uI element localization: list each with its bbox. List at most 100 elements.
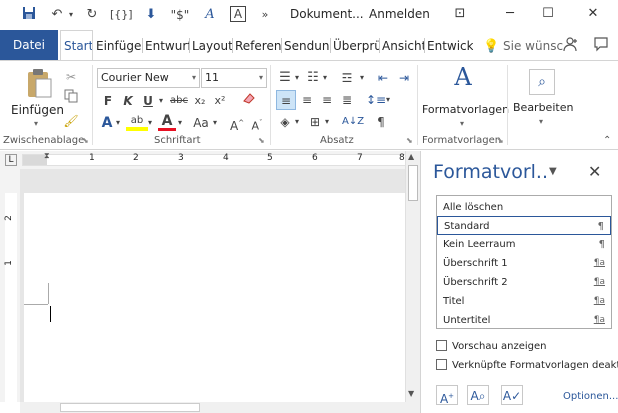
styles-dropdown-icon[interactable]: ▾ <box>460 119 464 128</box>
line-spacing-icon[interactable]: ↕≡ <box>366 90 386 110</box>
tab-file[interactable]: Datei <box>0 30 58 60</box>
list-item-title[interactable]: Titel ¶a <box>437 292 611 311</box>
tab-start[interactable]: Start <box>60 30 93 60</box>
style-inspector-icon[interactable]: A⌕ <box>467 385 489 405</box>
clipboard-launcher-icon[interactable]: ⬊ <box>82 136 89 145</box>
tab-design[interactable]: Entwurf <box>145 30 189 60</box>
paragraph-launcher-icon[interactable]: ⬊ <box>406 136 413 145</box>
format-painter-qat-icon[interactable]: [{}] <box>110 6 133 24</box>
tell-me-search[interactable]: 💡 Sie wünsc <box>483 30 563 60</box>
checkbox-icon[interactable] <box>436 359 447 370</box>
hscroll-thumb[interactable] <box>60 403 200 412</box>
subscript-button[interactable]: x₂ <box>192 91 208 111</box>
undo-icon[interactable]: ↶ <box>48 6 66 24</box>
clear-formatting-icon[interactable] <box>240 91 258 111</box>
underline-button[interactable]: U <box>140 91 156 111</box>
change-case-button[interactable]: Aa <box>190 113 212 133</box>
multilevel-dropdown-icon[interactable]: ▾ <box>358 68 366 88</box>
borders-icon[interactable]: ⊞ <box>306 112 324 132</box>
borders-dropdown-icon[interactable]: ▾ <box>323 112 331 132</box>
text-box-icon[interactable]: A <box>228 6 248 24</box>
new-style-icon[interactable]: A+ <box>436 385 458 406</box>
options-link[interactable]: Optionen... <box>563 391 618 402</box>
login-link[interactable]: Anmelden <box>369 7 430 21</box>
decrease-indent-icon[interactable]: ⇤ <box>374 68 392 88</box>
font-family-select[interactable]: Courier New ▾ <box>97 68 200 88</box>
maximize-button[interactable]: ☐ <box>533 4 563 24</box>
save-icon[interactable] <box>18 6 40 24</box>
checkbox-icon[interactable] <box>436 340 447 351</box>
editing-dropdown-icon[interactable]: ▾ <box>539 117 543 126</box>
tab-mailings[interactable]: Sendung <box>284 30 330 60</box>
vertical-scrollbar[interactable]: ▲ ▼ <box>405 151 420 402</box>
bullets-icon[interactable]: ☰ <box>276 68 294 88</box>
disable-linked-styles-checkbox[interactable]: Verknüpfte Formatvorlagen deaktiv <box>436 359 618 375</box>
paste-label[interactable]: Einfügen <box>11 103 64 117</box>
justify-button[interactable]: ≣ <box>338 90 356 110</box>
italic-button[interactable]: K <box>120 91 136 111</box>
tab-view[interactable]: Ansicht <box>382 30 424 60</box>
multilevel-list-icon[interactable]: ☲ <box>336 68 358 88</box>
vertical-ruler[interactable]: 2 1 <box>0 169 20 402</box>
font-size-select[interactable]: 11 ▾ <box>201 68 267 88</box>
copy-icon[interactable] <box>62 89 80 109</box>
bullets-dropdown-icon[interactable]: ▾ <box>293 68 301 88</box>
shading-icon[interactable]: ◈ <box>276 112 294 132</box>
list-item-no-spacing[interactable]: Kein Leerraum ¶ <box>437 235 611 254</box>
horizontal-scrollbar[interactable] <box>20 402 420 413</box>
list-item-heading-2[interactable]: Überschrift 2 ¶a <box>437 273 611 292</box>
download-arrow-icon[interactable]: ⬇ <box>140 6 162 24</box>
tab-references[interactable]: Referen: <box>235 30 281 60</box>
bold-button[interactable]: F <box>100 91 116 111</box>
minimize-button[interactable]: ─ <box>495 4 525 24</box>
align-left-button[interactable]: ≡ <box>276 90 296 110</box>
tab-insert[interactable]: Einfüger <box>96 30 142 60</box>
tab-developer[interactable]: Entwickl <box>427 30 473 60</box>
tab-selector-icon[interactable]: L <box>5 154 17 166</box>
numbering-icon[interactable]: ☷ <box>304 68 322 88</box>
close-button[interactable]: ✕ <box>578 4 608 24</box>
paste-dropdown-icon[interactable]: ▾ <box>34 119 38 128</box>
strikethrough-button[interactable]: abc <box>168 91 190 111</box>
font-launcher-icon[interactable]: ⬊ <box>258 136 265 145</box>
align-center-button[interactable]: ≡ <box>298 90 316 110</box>
styles-gallery-icon[interactable]: A <box>448 65 478 99</box>
underline-dropdown-icon[interactable]: ▾ <box>156 91 166 111</box>
highlight-icon[interactable]: ab <box>126 111 148 131</box>
line-spacing-dropdown-icon[interactable]: ▾ <box>384 90 392 110</box>
tab-layout[interactable]: Layout <box>192 30 232 60</box>
styles-launcher-icon[interactable]: ⬊ <box>497 136 504 145</box>
scroll-down-icon[interactable]: ▼ <box>408 389 414 398</box>
indent-marker-icon[interactable]: ⧗ <box>44 151 50 161</box>
horizontal-ruler[interactable]: ⧗ 1 2 3 4 5 6 7 8 <box>22 151 406 166</box>
font-color-dropdown-icon[interactable]: ▾ <box>176 113 184 133</box>
align-right-button[interactable]: ≡ <box>318 90 336 110</box>
increase-indent-icon[interactable]: ⇥ <box>395 68 413 88</box>
grow-font-button[interactable]: A^ <box>230 113 244 133</box>
share-user-icon[interactable] <box>561 36 581 54</box>
tab-review[interactable]: Überprü <box>333 30 379 60</box>
show-preview-checkbox[interactable]: Vorschau anzeigen <box>436 340 546 356</box>
collapse-ribbon-icon[interactable]: ⌃ <box>603 135 611 146</box>
currency-icon[interactable]: "$" <box>168 6 192 24</box>
highlight-dropdown-icon[interactable]: ▾ <box>146 113 154 133</box>
font-color-icon[interactable]: A <box>158 111 176 131</box>
ribbon-display-options-icon[interactable]: ⊡ <box>445 4 475 24</box>
shrink-font-button[interactable]: Aˇ <box>250 113 264 133</box>
qat-more-icon[interactable]: » <box>258 6 272 24</box>
sort-icon[interactable]: A↓Z <box>342 112 364 132</box>
close-pane-icon[interactable]: ✕ <box>588 162 601 181</box>
format-painter-icon[interactable]: 🖌 <box>62 111 80 131</box>
list-item-standard[interactable]: Standard ¶ <box>437 216 611 235</box>
search-icon[interactable]: ⌕ <box>529 69 555 95</box>
pane-menu-icon[interactable]: ▼ <box>549 166 557 177</box>
paste-icon[interactable] <box>22 67 56 101</box>
list-item-heading-1[interactable]: Überschrift 1 ¶a <box>437 254 611 273</box>
list-item-clear-all[interactable]: Alle löschen <box>437 198 611 217</box>
list-item-subtitle[interactable]: Untertitel ¶a <box>437 311 611 330</box>
document-page[interactable] <box>24 193 405 402</box>
font-style-icon[interactable]: A <box>200 6 220 24</box>
text-effects-dropdown-icon[interactable]: ▾ <box>114 113 122 133</box>
scroll-up-icon[interactable]: ▲ <box>408 152 414 161</box>
superscript-button[interactable]: x² <box>212 91 228 111</box>
